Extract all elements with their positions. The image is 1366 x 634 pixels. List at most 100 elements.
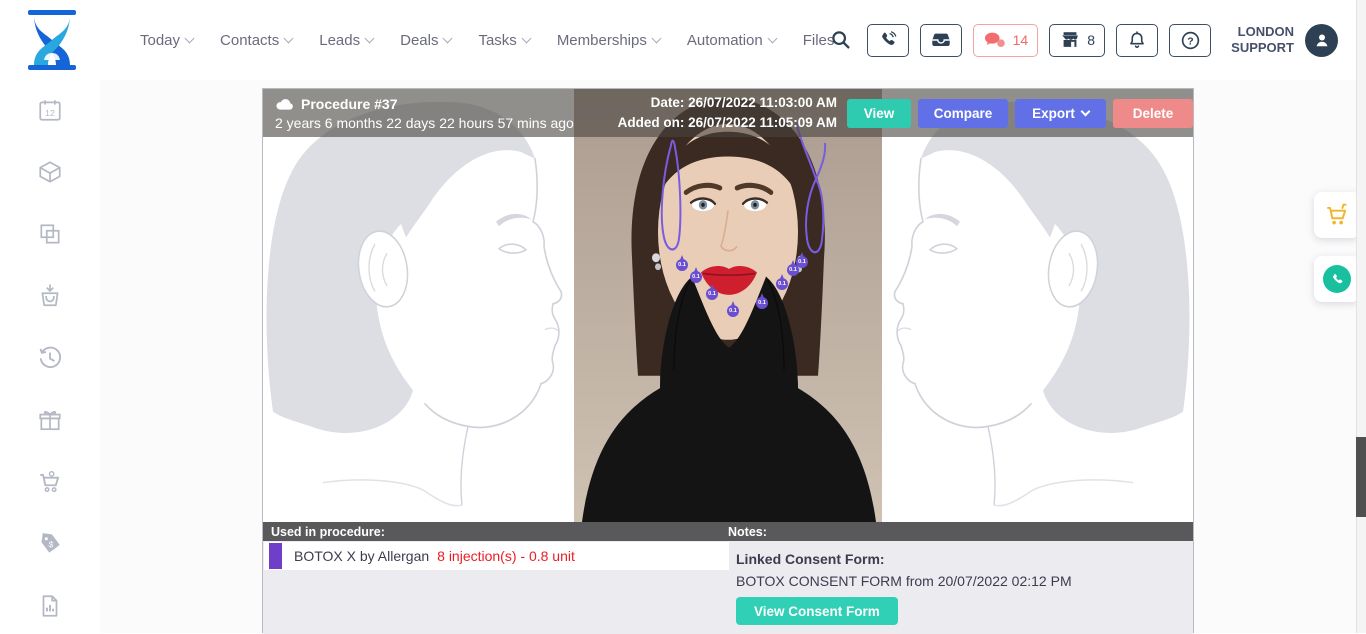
bag-download-icon[interactable] <box>37 283 63 309</box>
floating-phone-button[interactable] <box>1314 256 1360 302</box>
procedure-header: Procedure #37 2 years 6 months 22 days 2… <box>263 89 1193 137</box>
calendar-icon[interactable]: 12 <box>37 97 63 123</box>
history-icon[interactable] <box>37 345 63 371</box>
nav-deals[interactable]: Deals <box>400 32 451 49</box>
chevron-down-icon <box>443 33 453 43</box>
scrollbar-thumb[interactable] <box>1356 437 1366 517</box>
procedure-added: Added on: 26/07/2022 11:05:09 AM <box>599 113 837 133</box>
phone-circle <box>1323 265 1351 293</box>
injection-marker[interactable]: 0.1 <box>796 256 808 268</box>
notifications-button[interactable] <box>1116 24 1158 57</box>
chat-icon <box>983 29 1007 51</box>
procedure-dates: Date: 26/07/2022 11:03:00 AM Added on: 2… <box>599 93 837 132</box>
face-profile-right-image[interactable] <box>882 89 1193 522</box>
user-name: LONDON SUPPORT <box>1222 24 1294 57</box>
svg-text:?: ? <box>1187 35 1193 47</box>
export-button[interactable]: Export <box>1015 99 1106 128</box>
injection-marker[interactable]: 0.1 <box>706 288 718 300</box>
notes-header: Notes: <box>728 525 767 539</box>
procedure-title: Procedure #37 <box>301 96 398 112</box>
store-button[interactable]: 8 <box>1049 24 1105 57</box>
top-actions: 14 8 ? LONDON SUPPORT <box>830 0 1338 80</box>
used-in-procedure-header: Used in procedure: <box>263 525 728 539</box>
floating-cart-button[interactable] <box>1314 192 1360 238</box>
product-color-swatch <box>269 543 282 569</box>
injection-marker[interactable]: 0.1 <box>756 297 768 309</box>
notes-column: Linked Consent Form: BOTOX CONSENT FORM … <box>736 551 1186 625</box>
copy-icon[interactable] <box>37 221 63 247</box>
help-button[interactable]: ? <box>1169 24 1211 57</box>
nav-memberships[interactable]: Memberships <box>557 32 660 49</box>
inbox-button[interactable] <box>920 24 962 57</box>
main-nav: Today Contacts Leads Deals Tasks Members… <box>140 0 834 80</box>
inbox-icon <box>930 29 952 51</box>
chevron-down-icon <box>365 33 375 43</box>
nav-label: Contacts <box>220 32 279 49</box>
cloud-icon <box>275 97 293 111</box>
user-avatar[interactable] <box>1305 24 1338 57</box>
product-name: BOTOX X by Allergan <box>294 548 429 564</box>
search-icon[interactable] <box>830 29 852 51</box>
product-detail: 8 injection(s) - 0.8 unit <box>437 548 575 564</box>
compare-button[interactable]: Compare <box>918 99 1008 128</box>
patient-photo[interactable]: 0.10.10.10.10.10.10.10.1 <box>574 89 882 522</box>
nav-label: Deals <box>400 32 438 49</box>
user-icon <box>1312 30 1332 50</box>
scrollbar-track[interactable] <box>1356 0 1366 633</box>
consent-form-text: BOTOX CONSENT FORM from 20/07/2022 02:12… <box>736 573 1186 589</box>
nav-label: Memberships <box>557 32 647 49</box>
chevron-down-icon <box>1080 107 1090 117</box>
nav-leads[interactable]: Leads <box>319 32 373 49</box>
procedure-details: BOTOX X by Allergan 8 injection(s) - 0.8… <box>263 541 1193 634</box>
injection-marker[interactable]: 0.1 <box>727 305 739 317</box>
products-cube-icon[interactable] <box>37 159 63 185</box>
section-bar: Used in procedure: Notes: <box>263 522 1193 541</box>
nav-today[interactable]: Today <box>140 32 193 49</box>
product-row[interactable]: BOTOX X by Allergan 8 injection(s) - 0.8… <box>264 542 729 570</box>
nav-automation[interactable]: Automation <box>687 32 776 49</box>
cart-icon[interactable] <box>37 469 63 495</box>
store-count: 8 <box>1087 32 1095 48</box>
nav-contacts[interactable]: Contacts <box>220 32 292 49</box>
procedure-elapsed: 2 years 6 months 22 days 22 hours 57 min… <box>275 115 599 131</box>
nav-label: Leads <box>319 32 360 49</box>
report-icon[interactable] <box>37 593 63 619</box>
injection-marker[interactable]: 0.1 <box>690 271 702 283</box>
top-bar: Today Contacts Leads Deals Tasks Members… <box>0 0 1366 80</box>
cart-icon <box>1324 202 1350 228</box>
profile-drawing <box>882 89 1193 522</box>
app-logo-icon[interactable] <box>24 8 80 72</box>
chevron-down-icon <box>185 33 195 43</box>
chevron-down-icon <box>651 33 661 43</box>
delete-button[interactable]: Delete <box>1113 99 1193 128</box>
sidebar: 12 $ <box>0 80 100 633</box>
drawn-annotations <box>574 89 882 522</box>
procedure-images: 0.10.10.10.10.10.10.10.1 <box>263 89 1193 522</box>
messages-count: 14 <box>1013 32 1029 48</box>
procedure-date: Date: 26/07/2022 11:03:00 AM <box>599 93 837 113</box>
price-tag-icon[interactable]: $ <box>37 531 63 557</box>
phone-button[interactable] <box>867 24 909 57</box>
nav-label: Today <box>140 32 180 49</box>
profile-drawing <box>263 89 574 522</box>
view-consent-form-button[interactable]: View Consent Form <box>736 597 898 625</box>
view-button[interactable]: View <box>847 99 911 128</box>
chevron-down-icon <box>767 33 777 43</box>
face-profile-left-image[interactable] <box>263 89 574 522</box>
phone-icon <box>878 30 898 50</box>
nav-label: Tasks <box>478 32 516 49</box>
injection-marker[interactable]: 0.1 <box>776 278 788 290</box>
nav-tasks[interactable]: Tasks <box>478 32 529 49</box>
bell-icon <box>1127 30 1147 51</box>
export-label: Export <box>1032 106 1075 121</box>
messages-button[interactable]: 14 <box>973 24 1039 57</box>
help-icon: ? <box>1180 30 1201 51</box>
procedure-actions: View Compare Export Delete <box>847 99 1193 128</box>
injection-markers: 0.10.10.10.10.10.10.10.1 <box>574 89 882 522</box>
linked-consent-label: Linked Consent Form: <box>736 551 1186 567</box>
gift-icon[interactable] <box>37 407 63 433</box>
injection-marker[interactable]: 0.1 <box>676 259 688 271</box>
procedure-card: 0.10.10.10.10.10.10.10.1 <box>262 88 1194 633</box>
chevron-down-icon <box>521 33 531 43</box>
phone-icon <box>1330 272 1345 287</box>
